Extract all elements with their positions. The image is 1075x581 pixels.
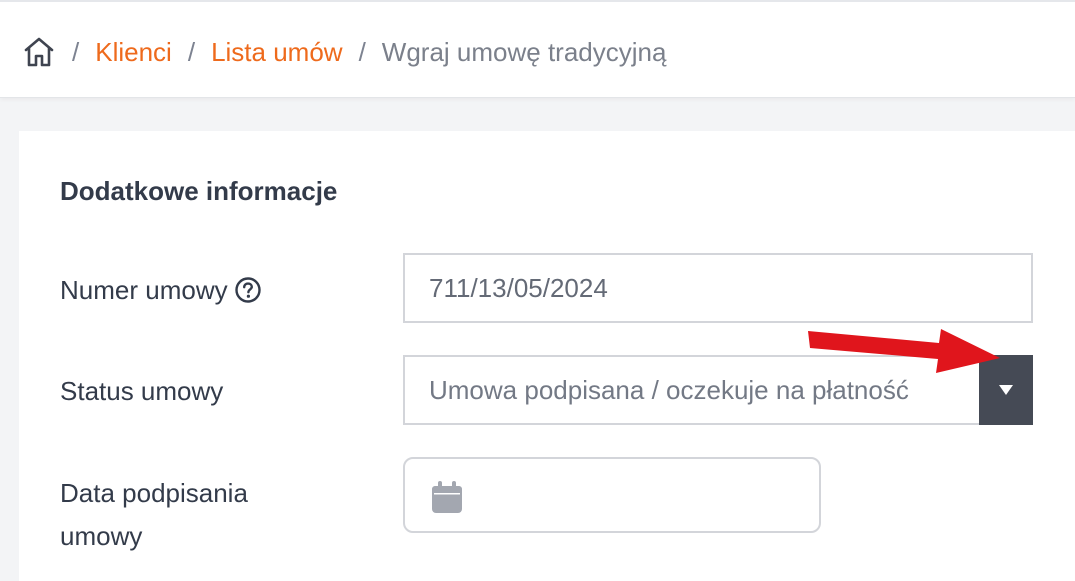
contract-number-label: Numer umowy [60,269,262,312]
signing-date-label: Data podpisania umowy [60,472,248,558]
contract-status-label: Status umowy [60,376,224,406]
breadcrumb-separator: / [358,36,366,67]
breadcrumb: / Klienci / Lista umów / Wgraj umowę tra… [22,35,666,69]
breadcrumb-separator: / [72,36,80,67]
home-icon[interactable] [22,35,56,69]
signing-date-input[interactable] [403,457,821,533]
signing-date-label-line2: umowy [60,521,143,551]
top-bar: / Klienci / Lista umów / Wgraj umowę tra… [0,0,1075,98]
contract-status-selected-value: Umowa podpisana / oczekuje na płatność [429,375,909,405]
breadcrumb-link-klienci[interactable]: Klienci [95,37,172,68]
contract-number-value: 711/13/05/2024 [429,272,608,303]
contract-status-select[interactable]: Umowa podpisana / oczekuje na płatność [403,355,1033,425]
calendar-icon[interactable] [429,479,465,515]
section-title: Dodatkowe informacje [60,176,338,206]
signing-date-label-line1: Data podpisania [60,478,248,508]
contract-number-input[interactable]: 711/13/05/2024 [403,253,1033,323]
question-circle-icon[interactable] [234,274,262,303]
additional-info-card: Dodatkowe informacje Numer umowy 711/13/… [19,131,1075,581]
breadcrumb-current: Wgraj umowę tradycyjną [381,36,667,67]
breadcrumb-separator: / [187,36,196,67]
contract-number-label-text: Numer umowy [60,275,228,305]
dropdown-toggle-button[interactable] [979,355,1033,425]
breadcrumb-link-lista-umow[interactable]: Lista umów [211,37,343,68]
triangle-down-icon [999,385,1013,395]
